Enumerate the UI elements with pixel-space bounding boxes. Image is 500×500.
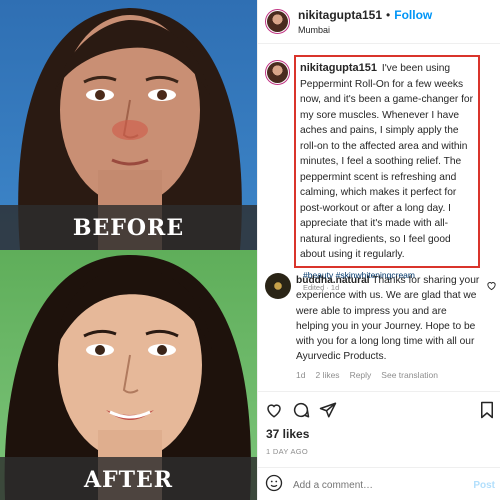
- comment-item: buddha.natural Thanks for sharing your e…: [265, 273, 497, 382]
- post-timestamp: 1 DAY AGO: [266, 447, 309, 456]
- comment-age: 1d: [296, 369, 306, 380]
- caption-avatar[interactable]: [265, 60, 290, 85]
- follow-button[interactable]: Follow: [394, 8, 432, 22]
- reply-button[interactable]: Reply: [350, 369, 372, 382]
- see-translation-button[interactable]: See translation: [381, 369, 438, 382]
- caption-username[interactable]: nikitagupta151: [300, 62, 377, 74]
- author-avatar[interactable]: [265, 9, 290, 34]
- author-username[interactable]: nikitagupta151: [298, 8, 382, 22]
- heart-icon[interactable]: [265, 401, 283, 419]
- caption-text: I've been using Peppermint Roll-On for a…: [300, 63, 473, 261]
- location-link[interactable]: Mumbai: [298, 25, 432, 35]
- commenter-username[interactable]: buddha.natural: [296, 275, 370, 286]
- post-actions: [265, 401, 495, 419]
- comment-text: Thanks for sharing your experience with …: [296, 275, 480, 363]
- divider: [258, 391, 500, 392]
- comment-like-icon[interactable]: [486, 278, 497, 296]
- bookmark-icon[interactable]: [479, 401, 495, 419]
- comment-icon[interactable]: [292, 401, 310, 419]
- after-label: AFTER: [0, 457, 257, 500]
- post-image[interactable]: BEFORE AFTER: [0, 0, 257, 500]
- emoji-icon[interactable]: [265, 474, 283, 497]
- divider: [258, 467, 500, 468]
- commenter-avatar[interactable]: [265, 273, 291, 299]
- share-icon[interactable]: [319, 401, 337, 419]
- separator-dot: •: [386, 8, 391, 22]
- after-photo: AFTER: [0, 250, 257, 500]
- post-caption: nikitagupta151 I've been using Peppermin…: [258, 55, 500, 292]
- caption-highlight-box: nikitagupta151 I've been using Peppermin…: [294, 55, 480, 268]
- comment-likes[interactable]: 2 likes: [315, 369, 339, 382]
- post-comment-button[interactable]: Post: [473, 480, 495, 491]
- add-comment-bar: Post: [265, 474, 495, 497]
- post-header: nikitagupta151 • Follow Mumbai: [258, 0, 500, 44]
- likes-count[interactable]: 37 likes: [266, 427, 309, 441]
- comment-input[interactable]: [293, 480, 474, 491]
- before-photo: BEFORE: [0, 0, 257, 250]
- before-label: BEFORE: [0, 205, 257, 250]
- post-details-panel: nikitagupta151 • Follow Mumbai nikitagup…: [257, 0, 500, 500]
